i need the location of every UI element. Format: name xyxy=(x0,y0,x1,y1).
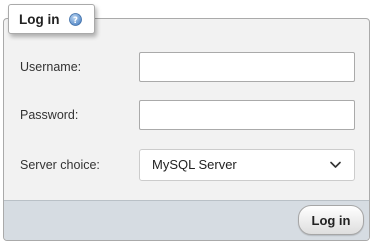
help-icon[interactable]: ? xyxy=(68,12,82,26)
server-choice-select[interactable]: MySQL Server xyxy=(139,149,355,181)
svg-text:?: ? xyxy=(73,15,78,25)
username-row: Username: xyxy=(4,52,369,82)
login-legend: Log in ? xyxy=(8,4,95,34)
server-choice-row: Server choice: MySQL Server xyxy=(4,149,369,181)
password-row: Password: xyxy=(4,100,369,130)
username-label: Username: xyxy=(20,60,82,74)
server-choice-label: Server choice: xyxy=(20,158,100,172)
password-label: Password: xyxy=(20,108,79,122)
username-input[interactable] xyxy=(139,52,355,82)
login-title: Log in xyxy=(19,11,60,27)
login-button[interactable]: Log in xyxy=(298,205,364,235)
password-input[interactable] xyxy=(139,100,355,130)
server-choice-value: MySQL Server xyxy=(152,157,237,172)
form-footer: Log in xyxy=(4,200,369,240)
chevron-down-icon xyxy=(330,161,341,169)
login-form: Username: Password: Server choice: MySQL… xyxy=(3,18,370,241)
